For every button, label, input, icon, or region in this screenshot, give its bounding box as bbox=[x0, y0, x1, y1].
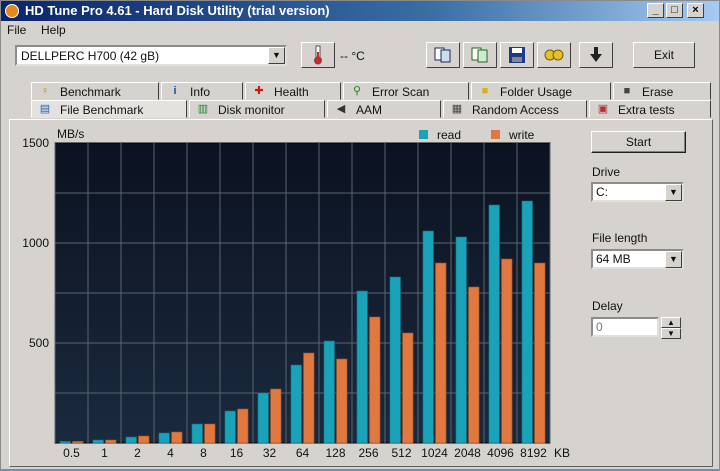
bar-write bbox=[435, 262, 447, 444]
file-benchmark-icon: ▤ bbox=[39, 103, 51, 115]
x-tick-label: 2 bbox=[134, 446, 141, 460]
bar-read bbox=[158, 432, 170, 444]
x-tick-label: 8 bbox=[200, 446, 207, 460]
bar-read bbox=[125, 436, 137, 444]
bar-write bbox=[237, 408, 249, 444]
x-axis-unit: KB bbox=[554, 446, 570, 460]
bar-read bbox=[422, 230, 434, 444]
y-axis-label: MB/s bbox=[57, 127, 84, 141]
legend-label-read: read bbox=[437, 128, 461, 142]
x-tick-label: 1 bbox=[101, 446, 108, 460]
bar-read bbox=[455, 236, 467, 444]
drive-combo[interactable]: C: ▼ bbox=[591, 182, 684, 202]
legend-swatch-write bbox=[491, 130, 500, 139]
bar-read bbox=[290, 364, 302, 444]
trash-icon: ■ bbox=[623, 85, 631, 97]
bar-write bbox=[171, 431, 183, 444]
bar-write bbox=[501, 258, 513, 444]
spin-up-icon[interactable]: ▲ bbox=[661, 317, 681, 328]
bar-read bbox=[323, 340, 335, 444]
spin-down-icon[interactable]: ▼ bbox=[661, 328, 681, 339]
bar-read bbox=[191, 423, 203, 444]
chevron-down-icon[interactable]: ▼ bbox=[665, 251, 682, 268]
y-tick-label: 1000 bbox=[22, 236, 49, 250]
close-button[interactable]: × bbox=[687, 3, 704, 18]
y-tick-label: 500 bbox=[29, 336, 49, 350]
bar-read bbox=[224, 410, 236, 444]
y-tick-label: 1500 bbox=[22, 136, 49, 150]
bar-write bbox=[402, 332, 414, 444]
x-tick-label: 0.5 bbox=[63, 446, 80, 460]
file-length-label: File length bbox=[592, 231, 648, 245]
x-tick-label: 128 bbox=[325, 446, 345, 460]
bar-read bbox=[257, 392, 269, 444]
maximize-button[interactable]: □ bbox=[666, 3, 683, 18]
bar-write bbox=[72, 441, 84, 444]
x-tick-label: 16 bbox=[230, 446, 244, 460]
bar-write bbox=[105, 439, 117, 444]
bar-write bbox=[534, 262, 546, 444]
download-icon bbox=[590, 47, 602, 62]
x-tick-label: 8192 bbox=[520, 446, 547, 460]
x-tick-label: 256 bbox=[358, 446, 378, 460]
tab-erase[interactable]: ■ Erase bbox=[613, 82, 711, 100]
file-length-value: 64 MB bbox=[596, 252, 631, 266]
drive-label: Drive bbox=[592, 165, 621, 179]
x-tick-label: 2048 bbox=[454, 446, 481, 460]
delay-spinner[interactable]: ▲ ▼ bbox=[661, 317, 681, 339]
tab-label: File Benchmark bbox=[60, 103, 144, 117]
bar-write bbox=[468, 286, 480, 444]
bar-read bbox=[389, 276, 401, 444]
x-tick-label: 64 bbox=[296, 446, 310, 460]
tab-extra-tests[interactable]: ▣ Extra tests bbox=[589, 100, 711, 118]
delay-label: Delay bbox=[592, 299, 623, 313]
chevron-down-icon[interactable]: ▼ bbox=[665, 184, 682, 201]
bar-read bbox=[92, 439, 104, 444]
legend-swatch-read bbox=[419, 130, 428, 139]
bar-read bbox=[59, 441, 71, 444]
exit-button[interactable]: Exit bbox=[633, 42, 695, 68]
bar-write bbox=[336, 358, 348, 444]
bar-write bbox=[204, 423, 216, 444]
app-window: HD Tune Pro 4.61 - Hard Disk Utility (tr… bbox=[0, 0, 720, 470]
bar-write bbox=[303, 352, 315, 444]
bar-read bbox=[356, 290, 368, 444]
drive-combo-value: C: bbox=[596, 185, 608, 199]
minimize-button[interactable]: _ bbox=[647, 3, 664, 18]
file-length-combo[interactable]: 64 MB ▼ bbox=[591, 249, 684, 269]
download-button[interactable] bbox=[579, 42, 613, 68]
start-button[interactable]: Start bbox=[591, 131, 686, 153]
bar-write bbox=[270, 388, 282, 444]
bar-write bbox=[138, 435, 150, 444]
x-tick-label: 4 bbox=[167, 446, 174, 460]
delay-value: 0 bbox=[596, 320, 603, 334]
tab-file-benchmark[interactable]: ▤ File Benchmark bbox=[31, 100, 187, 118]
x-tick-label: 4096 bbox=[487, 446, 514, 460]
tab-label: Extra tests bbox=[618, 103, 675, 117]
x-tick-label: 32 bbox=[263, 446, 277, 460]
x-tick-label: 512 bbox=[391, 446, 411, 460]
delay-input[interactable]: 0 bbox=[591, 317, 659, 337]
x-tick-label: 1024 bbox=[421, 446, 448, 460]
tab-label: Erase bbox=[642, 85, 674, 99]
extra-tests-icon: ▣ bbox=[597, 103, 609, 115]
benchmark-chart: 1500 1000 500 MB/s 0.5 1 2 4 8 16 32 64 128 256 512 102… bbox=[22, 127, 570, 460]
bar-read bbox=[488, 204, 500, 444]
legend-label-write: write bbox=[508, 128, 535, 142]
bar-read bbox=[521, 200, 533, 444]
bar-write bbox=[369, 316, 381, 444]
